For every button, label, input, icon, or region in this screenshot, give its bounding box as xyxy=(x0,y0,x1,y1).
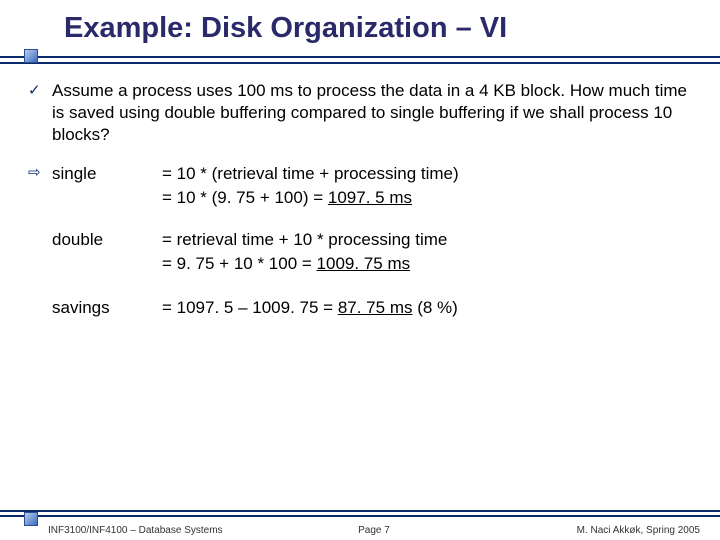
bottom-rule-1 xyxy=(0,510,720,512)
arrow-icon: ⇨ xyxy=(28,162,52,210)
top-rule-1 xyxy=(0,56,720,58)
footer-right: M. Naci Akkøk, Spring 2005 xyxy=(483,525,700,536)
single-line1: = 10 * (retrieval time + processing time… xyxy=(162,164,459,183)
savings-expr: = 1097. 5 – 1009. 75 = 87. 75 ms (8 %) xyxy=(162,296,692,320)
double-label: double xyxy=(52,228,162,276)
savings-label: savings xyxy=(52,296,162,320)
savings-pre: = 1097. 5 – 1009. 75 = xyxy=(162,298,338,317)
single-row: ⇨ single = 10 * (retrieval time + proces… xyxy=(28,162,692,210)
slide-content: ✓ Assume a process uses 100 ms to proces… xyxy=(28,80,692,340)
savings-result: 87. 75 ms xyxy=(338,298,413,317)
footer: INF3100/INF4100 – Database Systems Page … xyxy=(48,525,700,536)
single-expr: = 10 * (retrieval time + processing time… xyxy=(162,162,692,210)
decor-square-top xyxy=(24,49,38,63)
question-text: Assume a process uses 100 ms to process … xyxy=(52,80,692,146)
double-result: 1009. 75 ms xyxy=(317,254,411,273)
slide-title: Example: Disk Organization – VI xyxy=(64,12,507,45)
footer-left: INF3100/INF4100 – Database Systems xyxy=(48,525,265,536)
single-line2a: = 10 * (9. 75 + 100) = xyxy=(162,188,328,207)
footer-mid: Page 7 xyxy=(265,525,482,536)
savings-post: (8 %) xyxy=(412,298,457,317)
check-icon: ✓ xyxy=(28,80,52,146)
savings-row: savings = 1097. 5 – 1009. 75 = 87. 75 ms… xyxy=(52,296,692,320)
question-row: ✓ Assume a process uses 100 ms to proces… xyxy=(28,80,692,146)
decor-square-bottom xyxy=(24,512,38,526)
single-result: 1097. 5 ms xyxy=(328,188,412,207)
top-rule-2 xyxy=(0,62,720,64)
single-label: single xyxy=(52,162,162,210)
double-line2a: = 9. 75 + 10 * 100 = xyxy=(162,254,317,273)
double-line1: = retrieval time + 10 * processing time xyxy=(162,230,447,249)
bottom-rule-2 xyxy=(0,515,720,517)
double-expr: = retrieval time + 10 * processing time … xyxy=(162,228,692,276)
double-row: double = retrieval time + 10 * processin… xyxy=(52,228,692,276)
